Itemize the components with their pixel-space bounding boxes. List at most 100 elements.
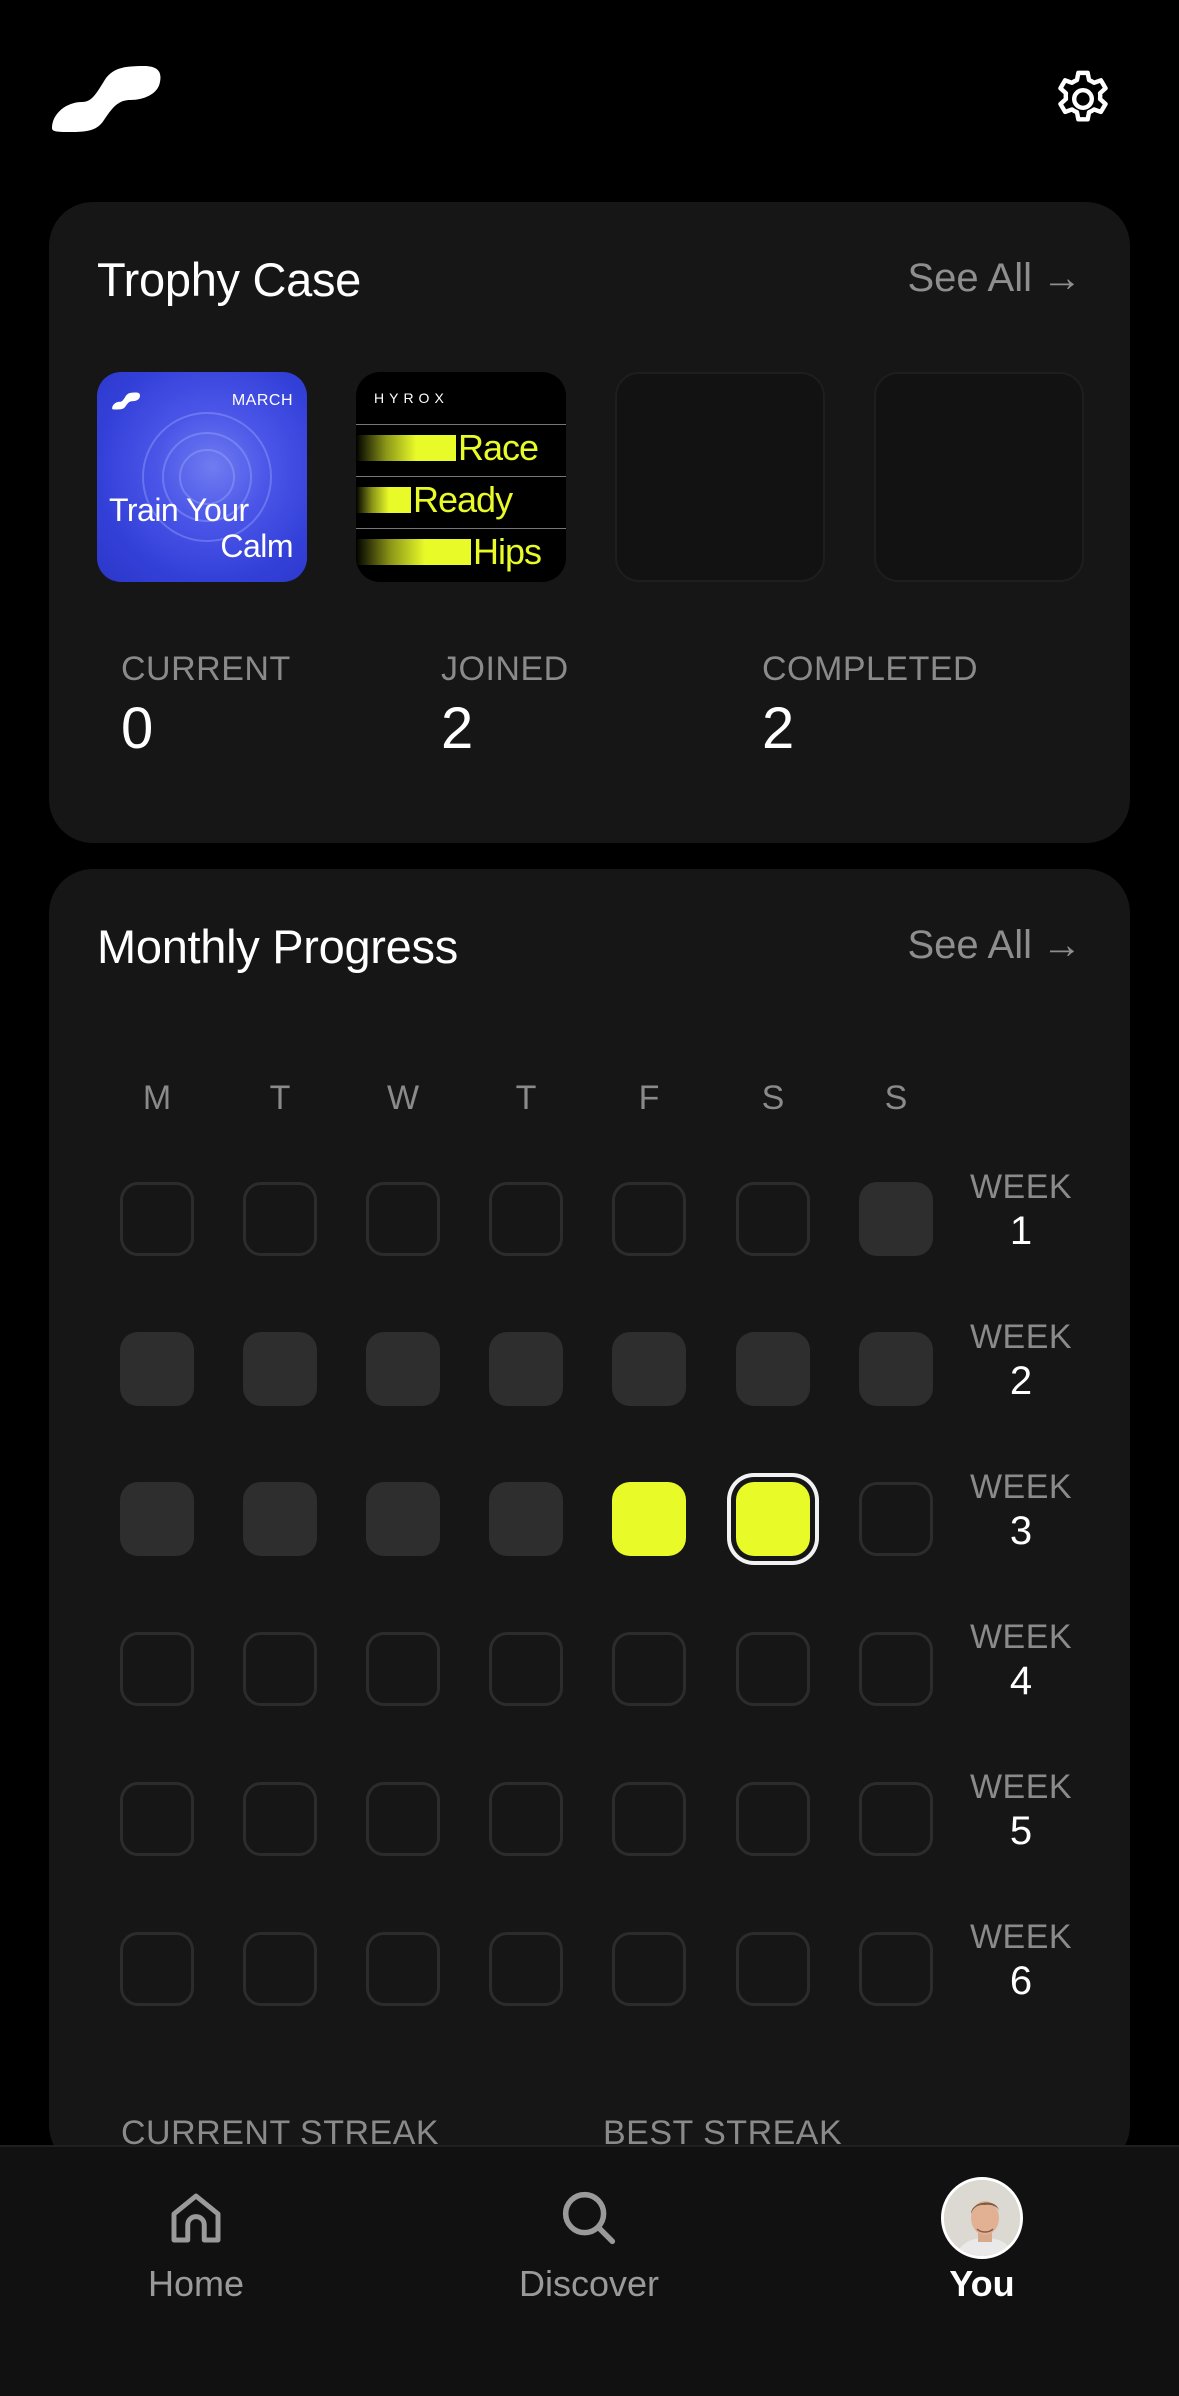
week-number: 4 [1009,1659,1033,1703]
stat-label: CURRENT [121,650,291,688]
day-cell[interactable] [489,1182,563,1256]
day-cell[interactable] [736,1782,810,1856]
home-icon [171,2193,221,2243]
trophy-case-title: Trophy Case [97,253,362,306]
tab-label: You [949,2263,1015,2304]
week-label-text: WEEK [969,1768,1073,1806]
stat-completed: COMPLETED 2 [762,650,978,762]
day-cell[interactable] [489,1482,563,1556]
day-cell[interactable] [859,1632,933,1706]
day-cell[interactable] [859,1482,933,1556]
day-cell[interactable] [120,1782,194,1856]
day-cell[interactable] [489,1932,563,2006]
day-cell[interactable] [120,1482,194,1556]
arrow-right-icon: → [1042,256,1082,300]
day-cell[interactable] [243,1332,317,1406]
trophy-word: Race [458,426,539,468]
week-label-text: WEEK [969,1168,1073,1206]
avatar [941,2177,1023,2259]
day-cell[interactable] [612,1482,686,1556]
day-cell[interactable] [859,1782,933,1856]
progress-see-all-link[interactable]: See All → [907,923,1082,968]
day-cell[interactable] [243,1632,317,1706]
week-label-text: WEEK [969,1318,1073,1356]
day-cell[interactable] [736,1332,810,1406]
search-icon [562,2191,616,2245]
day-cell[interactable] [243,1482,317,1556]
day-cell[interactable] [120,1182,194,1256]
weekday-label: S [761,1079,785,1117]
day-cell[interactable] [736,1482,810,1556]
stat-value: 2 [762,696,795,761]
week-label: WEEK 2 [961,1318,1081,1404]
trophy-slot-empty [615,372,825,582]
trophy-month: MARCH [231,392,293,409]
tab-label: Home [147,2263,245,2304]
tab-you[interactable]: You [862,2177,1102,2305]
bottom-tab-bar: Home Discover You [0,2145,1179,2396]
trophy-word: Ready [413,478,513,520]
day-cell[interactable] [243,1782,317,1856]
brand-logo-icon [112,392,141,410]
day-cell[interactable] [243,1182,317,1256]
tab-discover[interactable]: Discover [469,2177,709,2305]
week-label: WEEK 1 [961,1168,1081,1254]
day-cell[interactable] [859,1332,933,1406]
stat-joined: JOINED 2 [441,650,569,762]
weekday-label: T [515,1079,537,1117]
day-cell[interactable] [612,1932,686,2006]
day-cell[interactable] [366,1182,440,1256]
stat-label: COMPLETED [762,650,979,688]
weekday-label: W [386,1079,420,1117]
stat-value: 0 [121,696,154,761]
day-cell[interactable] [366,1332,440,1406]
day-cell[interactable] [120,1632,194,1706]
weekday-label: M [142,1079,172,1117]
week-label: WEEK 4 [961,1618,1081,1704]
day-cell[interactable] [612,1632,686,1706]
trophy-list: MARCH Train Your Calm HYROX Race Ready H… [97,372,1084,582]
day-cell[interactable] [489,1332,563,1406]
week-number: 6 [1009,1959,1033,2003]
week-label: WEEK 3 [961,1468,1081,1554]
day-cell[interactable] [736,1632,810,1706]
day-cell[interactable] [489,1632,563,1706]
stat-value: 2 [441,696,474,761]
week-number: 2 [1009,1359,1033,1403]
trophy-hyrox-race-ready-hips[interactable]: HYROX Race Ready Hips [356,372,566,582]
day-cell[interactable] [859,1182,933,1256]
day-cell[interactable] [120,1332,194,1406]
day-cell[interactable] [366,1932,440,2006]
weekday-label: S [884,1079,908,1117]
day-cell[interactable] [120,1932,194,2006]
day-cell[interactable] [366,1632,440,1706]
day-cell[interactable] [489,1782,563,1856]
day-cell[interactable] [736,1182,810,1256]
day-cell[interactable] [366,1482,440,1556]
weekday-label: F [638,1079,660,1117]
week-label: WEEK 6 [961,1918,1081,2004]
day-cell[interactable] [366,1782,440,1856]
trophy-word: Hips [473,530,542,572]
day-cell[interactable] [859,1932,933,2006]
weekday-label: T [269,1079,291,1117]
day-cell[interactable] [243,1932,317,2006]
gear-icon[interactable] [1050,66,1116,132]
trophy-see-all-link[interactable]: See All → [907,256,1082,301]
week-label-text: WEEK [969,1918,1073,1956]
week-number: 5 [1009,1809,1033,1853]
arrow-right-icon: → [1042,923,1082,967]
see-all-label: See All [907,256,1032,300]
trophy-case-card: Trophy Case See All → MARCH Train Your C… [49,202,1130,843]
week-number: 3 [1009,1509,1033,1553]
tab-label: Discover [518,2263,660,2304]
day-cell[interactable] [612,1782,686,1856]
trophy-train-your-calm[interactable]: MARCH Train Your Calm [97,372,307,582]
trophy-title-line1: Train Your [109,492,249,528]
week-number: 1 [1009,1209,1033,1253]
day-cell[interactable] [612,1332,686,1406]
week-label-text: WEEK [969,1618,1073,1656]
day-cell[interactable] [736,1932,810,2006]
tab-home[interactable]: Home [76,2177,316,2305]
day-cell[interactable] [612,1182,686,1256]
